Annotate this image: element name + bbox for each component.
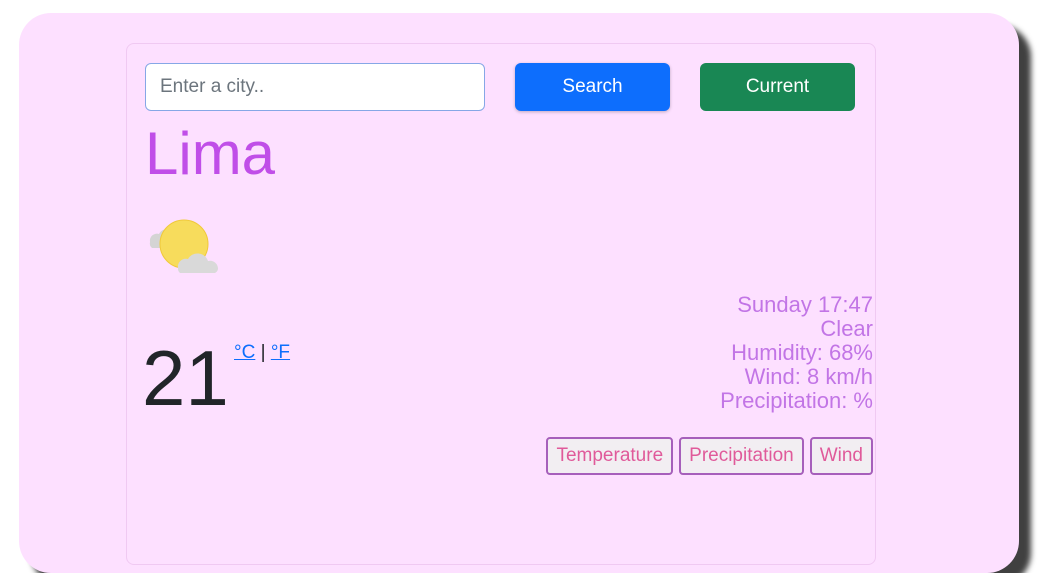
temperature-tab-button[interactable]: Temperature xyxy=(546,437,674,475)
chart-tabs: Temperature Precipitation Wind xyxy=(546,437,873,475)
temperature-value: 21 xyxy=(142,334,229,422)
city-search-input[interactable] xyxy=(145,63,485,111)
sun-behind-clouds-icon xyxy=(146,218,226,278)
wind-tab-button[interactable]: Wind xyxy=(809,437,873,475)
current-location-button[interactable]: Current xyxy=(700,63,855,111)
weather-details: Sunday 17:47 Clear Humidity: 68% Wind: 8… xyxy=(720,293,873,413)
date-time: Sunday 17:47 xyxy=(737,292,873,317)
fahrenheit-link[interactable]: °F xyxy=(271,342,290,363)
precipitation: Precipitation: % xyxy=(720,388,873,413)
humidity: Humidity: 68% xyxy=(731,340,873,365)
unit-toggle: °C | °F xyxy=(234,342,290,364)
precipitation-tab-button[interactable]: Precipitation xyxy=(679,437,804,475)
unit-separator: | xyxy=(260,342,266,363)
celsius-link[interactable]: °C xyxy=(234,342,255,363)
city-name: Lima xyxy=(145,120,276,187)
weather-description: Clear xyxy=(820,316,873,341)
search-button[interactable]: Search xyxy=(515,63,670,111)
wind: Wind: 8 km/h xyxy=(744,364,873,389)
